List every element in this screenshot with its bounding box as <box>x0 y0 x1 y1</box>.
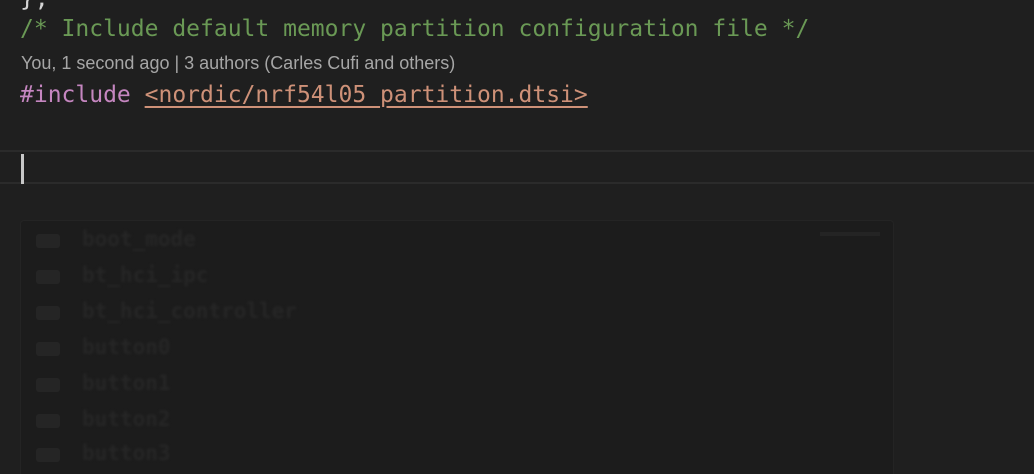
suggestion-label: button1 <box>82 371 171 395</box>
git-blame-annotation[interactable]: You, 1 second ago | 3 authors (Carles Cu… <box>21 52 455 74</box>
suggestion-item[interactable]: button3 <box>20 438 380 474</box>
include-line: #include <nordic/nrf54l05_partition.dtsi… <box>20 80 588 110</box>
comment-line: /* Include default memory partition conf… <box>20 16 810 42</box>
symbol-icon <box>36 270 60 284</box>
partial-code-line: }; <box>20 0 49 10</box>
symbol-icon <box>36 306 60 320</box>
suggestion-item[interactable]: bt_hci_ipc <box>20 260 380 296</box>
symbol-icon <box>36 414 60 428</box>
suggestion-item[interactable]: bt_hci_controller <box>20 296 380 332</box>
suggestion-label: button3 <box>82 441 171 465</box>
suggestion-label: bt_hci_ipc <box>82 263 209 287</box>
symbol-icon <box>36 448 60 462</box>
include-path-link[interactable]: <nordic/nrf54l05_partition.dtsi> <box>145 82 588 108</box>
suggestion-label: boot_mode <box>82 227 196 251</box>
text-cursor <box>21 154 24 184</box>
symbol-icon <box>36 378 60 392</box>
suggestion-item[interactable]: button1 <box>20 368 380 404</box>
current-line-highlight[interactable] <box>0 150 1034 184</box>
suggestion-item[interactable]: button2 <box>20 404 380 440</box>
suggestion-label: bt_hci_controller <box>82 299 297 323</box>
suggestion-label: button2 <box>82 407 171 431</box>
suggestion-item[interactable]: button0 <box>20 332 380 368</box>
suggestion-item[interactable]: boot_mode <box>20 224 380 260</box>
suggestion-label: button0 <box>82 335 171 359</box>
symbol-icon <box>36 234 60 248</box>
code-editor[interactable]: }; /* Include default memory partition c… <box>0 0 1034 474</box>
include-keyword: #include <box>20 82 131 108</box>
suggestion-scrollbar <box>820 232 880 236</box>
symbol-icon <box>36 342 60 356</box>
